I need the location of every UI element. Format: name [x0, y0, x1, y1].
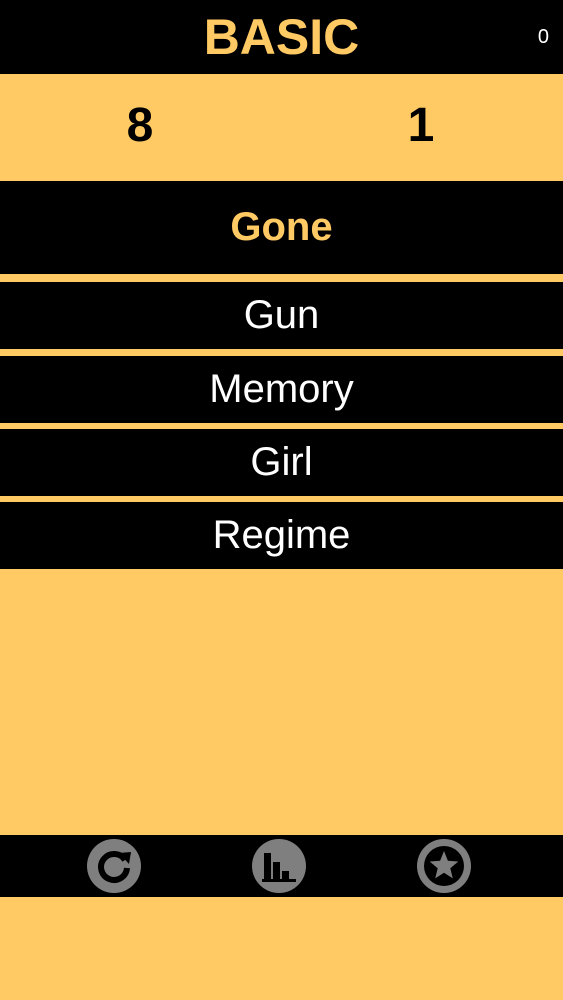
mode-title: BASIC	[203, 9, 360, 65]
restart-button[interactable]	[86, 838, 142, 894]
bottom-toolbar	[0, 835, 563, 897]
answer-option-4[interactable]: Regime	[0, 502, 563, 569]
counter-value: 0	[537, 26, 549, 48]
stats-button[interactable]	[251, 838, 307, 894]
score-left: 8	[126, 99, 154, 152]
score-panel: 8 1	[0, 74, 563, 181]
stats-icon	[252, 839, 306, 893]
star-button[interactable]	[416, 838, 472, 894]
target-word: Gone	[0, 181, 563, 274]
score-right: 1	[407, 99, 435, 152]
answer-option-1[interactable]: Gun	[0, 282, 563, 349]
header-bar: BASIC 0	[0, 0, 563, 74]
star-icon	[417, 839, 471, 893]
answer-option-3[interactable]: Girl	[0, 429, 563, 496]
answer-option-2[interactable]: Memory	[0, 356, 563, 423]
restart-icon	[87, 839, 141, 893]
